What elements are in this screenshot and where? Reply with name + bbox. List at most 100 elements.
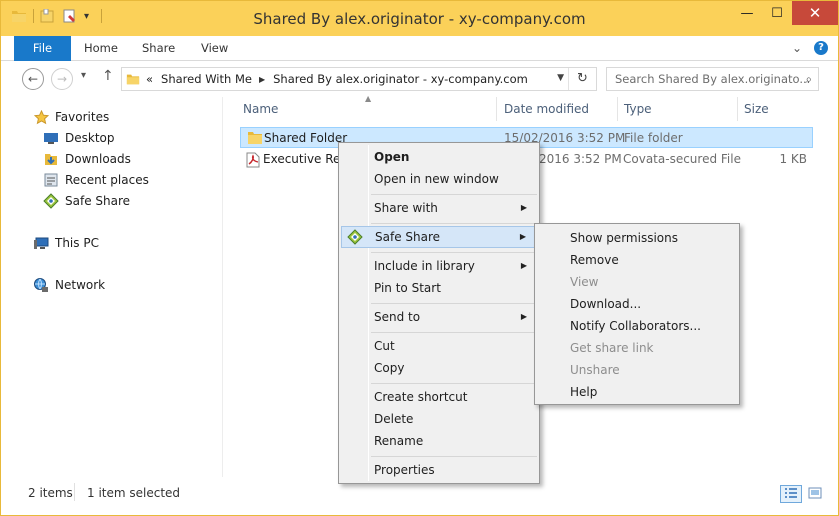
sidebar-item-safe-share[interactable]: Safe Share xyxy=(43,191,130,211)
sidebar-item-label: Favorites xyxy=(55,110,110,124)
sidebar-item-this-pc[interactable]: This PC xyxy=(33,233,99,253)
status-divider xyxy=(74,483,75,501)
tab-home[interactable]: Home xyxy=(84,36,118,61)
sidebar-item-label: Network xyxy=(55,278,106,292)
folder-icon xyxy=(126,74,140,85)
sidebar-item-label: Safe Share xyxy=(65,194,131,208)
menu-item-create-shortcut[interactable]: Create shortcut xyxy=(341,386,537,408)
forward-button[interactable]: → xyxy=(51,68,73,90)
menu-item-include-in-library[interactable]: Include in library ▶ xyxy=(341,255,537,277)
column-header-type[interactable]: Type xyxy=(624,102,652,116)
sidebar-item-label: Recent places xyxy=(65,173,149,187)
menu-item-label: Send to xyxy=(374,310,421,324)
help-icon[interactable]: ? xyxy=(814,41,828,55)
sidebar-item-recent-places[interactable]: Recent places xyxy=(43,170,149,190)
breadcrumb-chevron-icon[interactable]: ▶ xyxy=(259,75,265,84)
network-icon xyxy=(33,277,49,293)
search-placeholder: Search Shared By alex.originato... xyxy=(615,72,811,86)
search-icon[interactable]: ⌕ xyxy=(806,68,812,90)
recent-places-icon xyxy=(43,172,59,188)
menu-item-get-share-link[interactable]: Get share link xyxy=(537,337,737,359)
column-header-name[interactable]: Name xyxy=(243,102,278,116)
sort-indicator-icon: ▲ xyxy=(365,94,372,103)
menu-item-send-to[interactable]: Send to ▶ xyxy=(341,306,537,328)
menu-item-open[interactable]: Open xyxy=(341,146,537,168)
safe-share-icon xyxy=(347,229,363,245)
menu-item-copy[interactable]: Copy xyxy=(341,357,537,379)
selection-count: 1 item selected xyxy=(87,486,181,500)
sidebar-item-label: This PC xyxy=(55,236,99,250)
sidebar-item-desktop[interactable]: Desktop xyxy=(43,128,115,148)
navigation-pane: Favorites Desktop Downloads Recent place… xyxy=(1,97,223,477)
window-controls: — ☐ ✕ xyxy=(732,1,838,25)
details-view-icon xyxy=(784,487,798,502)
details-view-button[interactable] xyxy=(780,485,802,503)
menu-item-view[interactable]: View xyxy=(537,271,737,293)
close-button[interactable]: ✕ xyxy=(792,1,838,25)
menu-item-open-new-window[interactable]: Open in new window xyxy=(341,168,537,190)
large-icons-view-button[interactable] xyxy=(804,485,826,503)
menu-item-delete[interactable]: Delete xyxy=(341,408,537,430)
breadcrumb-current-folder[interactable]: Shared By alex.originator - xy-company.c… xyxy=(273,72,528,86)
tab-view[interactable]: View xyxy=(201,36,228,61)
menu-item-label: Safe Share xyxy=(375,230,441,244)
menu-item-unshare[interactable]: Unshare xyxy=(537,359,737,381)
star-icon xyxy=(33,109,49,125)
menu-item-cut[interactable]: Cut xyxy=(341,335,537,357)
search-input[interactable]: Search Shared By alex.originato... ⌕ xyxy=(606,67,819,91)
up-button[interactable]: ↑ xyxy=(102,68,114,84)
menu-item-rename[interactable]: Rename xyxy=(341,430,537,452)
window-title: Shared By alex.originator - xy-company.c… xyxy=(253,10,586,28)
back-button[interactable]: ← xyxy=(22,68,44,90)
breadcrumb-overflow[interactable]: « xyxy=(146,72,153,86)
menu-separator xyxy=(371,332,537,333)
menu-item-download[interactable]: Download... xyxy=(537,293,737,315)
menu-item-label: Share with xyxy=(374,201,438,215)
folder-icon xyxy=(248,132,262,144)
column-divider[interactable] xyxy=(737,97,738,121)
tab-share[interactable]: Share xyxy=(142,36,175,61)
column-divider[interactable] xyxy=(496,97,497,121)
menu-item-notify-collaborators[interactable]: Notify Collaborators... xyxy=(537,315,737,337)
menu-item-pin-to-start[interactable]: Pin to Start xyxy=(341,277,537,299)
tab-file[interactable]: File xyxy=(14,36,71,61)
sidebar-item-label: Desktop xyxy=(65,131,115,145)
title-bar[interactable]: ▾ Shared By alex.originator - xy-company… xyxy=(1,1,838,36)
downloads-icon xyxy=(43,151,59,167)
status-bar: 2 items 1 item selected xyxy=(1,479,838,515)
maximize-button[interactable]: ☐ xyxy=(762,1,792,25)
address-history-dropdown[interactable]: ▼ xyxy=(557,73,564,83)
menu-separator xyxy=(371,456,537,457)
menu-separator xyxy=(371,383,537,384)
desktop-icon xyxy=(43,130,59,146)
recent-locations-button[interactable]: ▾ xyxy=(81,70,86,81)
computer-icon xyxy=(33,235,49,251)
item-count: 2 items xyxy=(28,486,73,500)
menu-item-help[interactable]: Help xyxy=(537,381,737,403)
large-icons-view-icon xyxy=(808,487,822,502)
expand-ribbon-icon[interactable]: ⌄ xyxy=(792,41,802,55)
menu-item-properties[interactable]: Properties xyxy=(341,459,537,481)
menu-separator xyxy=(371,223,537,224)
menu-item-safe-share[interactable]: Safe Share ▶ xyxy=(341,226,537,248)
column-header-date-modified[interactable]: Date modified xyxy=(504,102,589,116)
file-type: Covata-secured File xyxy=(623,152,741,166)
column-divider[interactable] xyxy=(617,97,618,121)
address-bar[interactable]: « Shared With Me ▶ Shared By alex.origin… xyxy=(121,67,597,91)
sidebar-item-favorites[interactable]: Favorites xyxy=(33,107,109,127)
sidebar-item-downloads[interactable]: Downloads xyxy=(43,149,131,169)
menu-item-label: Include in library xyxy=(374,259,475,273)
sidebar-item-network[interactable]: Network xyxy=(33,275,105,295)
breadcrumb-shared-with-me[interactable]: Shared With Me xyxy=(161,72,252,86)
menu-item-remove[interactable]: Remove xyxy=(537,249,737,271)
refresh-icon[interactable]: ↻ xyxy=(568,68,596,90)
minimize-button[interactable]: — xyxy=(732,1,762,25)
file-type: File folder xyxy=(624,131,683,145)
column-header-size[interactable]: Size xyxy=(744,102,769,116)
menu-item-show-permissions[interactable]: Show permissions xyxy=(537,227,737,249)
menu-item-share-with[interactable]: Share with ▶ xyxy=(341,197,537,219)
file-name: Shared Folder xyxy=(264,131,348,145)
navigation-bar: ← → ▾ ↑ « Shared With Me ▶ Shared By ale… xyxy=(1,62,838,96)
submenu-arrow-icon: ▶ xyxy=(520,261,527,270)
menu-separator xyxy=(371,303,537,304)
